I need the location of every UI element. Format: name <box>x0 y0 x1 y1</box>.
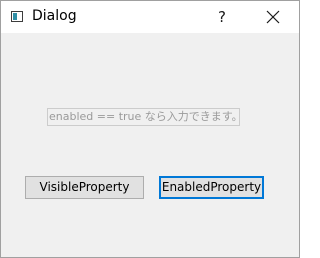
enabled-property-button[interactable]: EnabledProperty <box>159 176 264 199</box>
help-button[interactable]: ? <box>206 1 238 33</box>
close-icon <box>266 10 280 24</box>
window-title: Dialog <box>32 8 77 24</box>
dialog-window: Dialog ? enabled == true なら入力できます。 Visib… <box>0 0 300 258</box>
dialog-content: enabled == true なら入力できます。 VisiblePropert… <box>1 33 299 257</box>
close-button[interactable] <box>253 1 293 33</box>
title-bar[interactable]: Dialog ? <box>1 1 299 33</box>
app-window-icon <box>11 11 23 22</box>
enabled-line-edit: enabled == true なら入力できます。 <box>47 108 240 126</box>
visible-property-button[interactable]: VisibleProperty <box>25 176 144 199</box>
